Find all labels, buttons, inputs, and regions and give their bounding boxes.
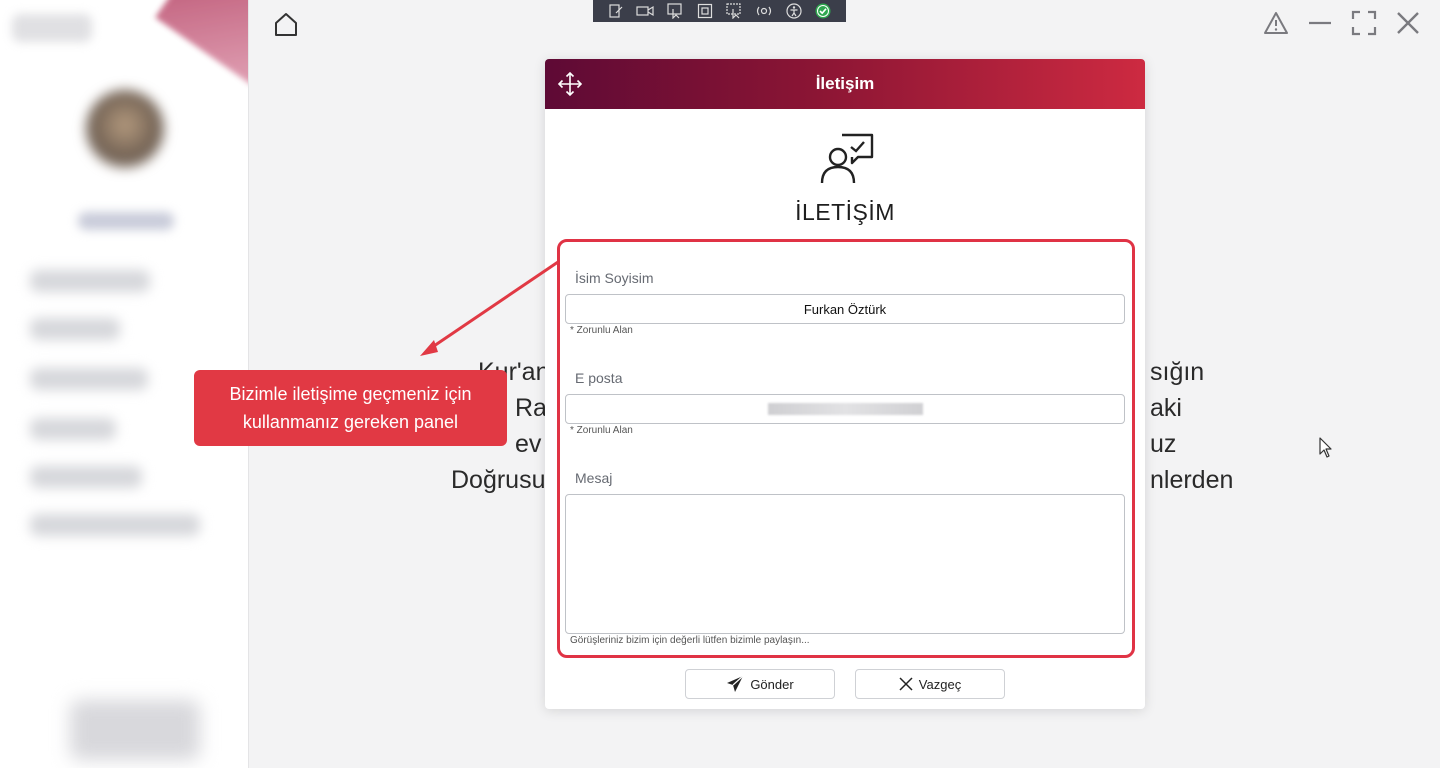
background-text: ev xyxy=(515,430,542,458)
sidebar-corner-decoration xyxy=(155,0,248,87)
name-label: İsim Soyisim xyxy=(575,270,654,286)
avatar xyxy=(86,90,164,168)
background-text: aki xyxy=(1150,394,1182,422)
minimize-button[interactable] xyxy=(1305,8,1335,38)
sidebar-item[interactable] xyxy=(30,514,200,536)
email-required-hint: * Zorunlu Alan xyxy=(570,425,633,436)
name-field[interactable]: Furkan Öztürk xyxy=(565,294,1125,324)
logo xyxy=(12,14,92,42)
pointer-icon[interactable] xyxy=(666,3,684,19)
home-icon xyxy=(275,13,297,36)
window-icon[interactable] xyxy=(696,3,714,19)
user-name xyxy=(78,212,174,230)
contact-modal: İletişim İLETİŞİM İsim Soyisim Furkan Öz… xyxy=(545,59,1145,709)
email-value-redacted xyxy=(767,403,923,415)
broadcast-icon[interactable] xyxy=(755,3,773,19)
send-icon xyxy=(727,675,744,692)
close-icon xyxy=(899,677,913,691)
sidebar-item[interactable] xyxy=(30,466,142,488)
select-region-icon[interactable] xyxy=(725,3,743,19)
modal-title: İletişim xyxy=(815,74,875,93)
callout-annotation: Bizimle iletişime geçmeniz için kullanma… xyxy=(194,370,507,446)
message-label: Mesaj xyxy=(575,470,613,486)
check-icon[interactable] xyxy=(814,3,832,19)
accessibility-icon[interactable] xyxy=(785,3,803,19)
cancel-button-label: Vazgeç xyxy=(918,676,962,692)
email-field[interactable] xyxy=(565,394,1125,424)
send-button-label: Gönder xyxy=(750,676,794,692)
background-text: Ra xyxy=(515,394,547,422)
sidebar-item[interactable] xyxy=(30,270,150,292)
background-text: uz xyxy=(1150,430,1177,458)
sidebar-item[interactable] xyxy=(30,418,116,440)
mouse-cursor-icon xyxy=(1319,437,1332,458)
move-icon[interactable] xyxy=(557,71,583,97)
contact-heading: İLETİŞİM xyxy=(795,199,895,225)
home-button[interactable] xyxy=(272,10,300,38)
background-text: Doğrusu xyxy=(451,466,546,494)
close-icon xyxy=(1397,12,1419,34)
close-window-button[interactable] xyxy=(1393,8,1423,38)
name-required-hint: * Zorunlu Alan xyxy=(570,325,633,336)
edit-icon[interactable] xyxy=(607,3,625,19)
sidebar-footer xyxy=(70,700,200,760)
background-text: sığın xyxy=(1150,358,1205,386)
modal-header: İletişim xyxy=(545,59,1145,109)
video-icon[interactable] xyxy=(636,3,655,19)
background-text: nlerden xyxy=(1150,466,1234,494)
warning-icon xyxy=(1264,12,1288,34)
minimize-icon xyxy=(1309,21,1331,25)
send-button[interactable]: Gönder xyxy=(685,669,835,699)
warning-button[interactable] xyxy=(1261,8,1291,38)
fullscreen-icon xyxy=(1351,10,1377,36)
message-textarea[interactable] xyxy=(565,494,1125,634)
message-hint: Görüşleriniz bizim için değerli lütfen b… xyxy=(570,635,810,646)
cancel-button[interactable]: Vazgeç xyxy=(855,669,1005,699)
sidebar-item[interactable] xyxy=(30,368,148,390)
fullscreen-button[interactable] xyxy=(1349,8,1379,38)
sidebar-item[interactable] xyxy=(30,318,120,340)
screen-toolbar xyxy=(593,0,846,22)
contact-support-icon xyxy=(820,133,874,184)
email-label: E posta xyxy=(575,370,623,386)
